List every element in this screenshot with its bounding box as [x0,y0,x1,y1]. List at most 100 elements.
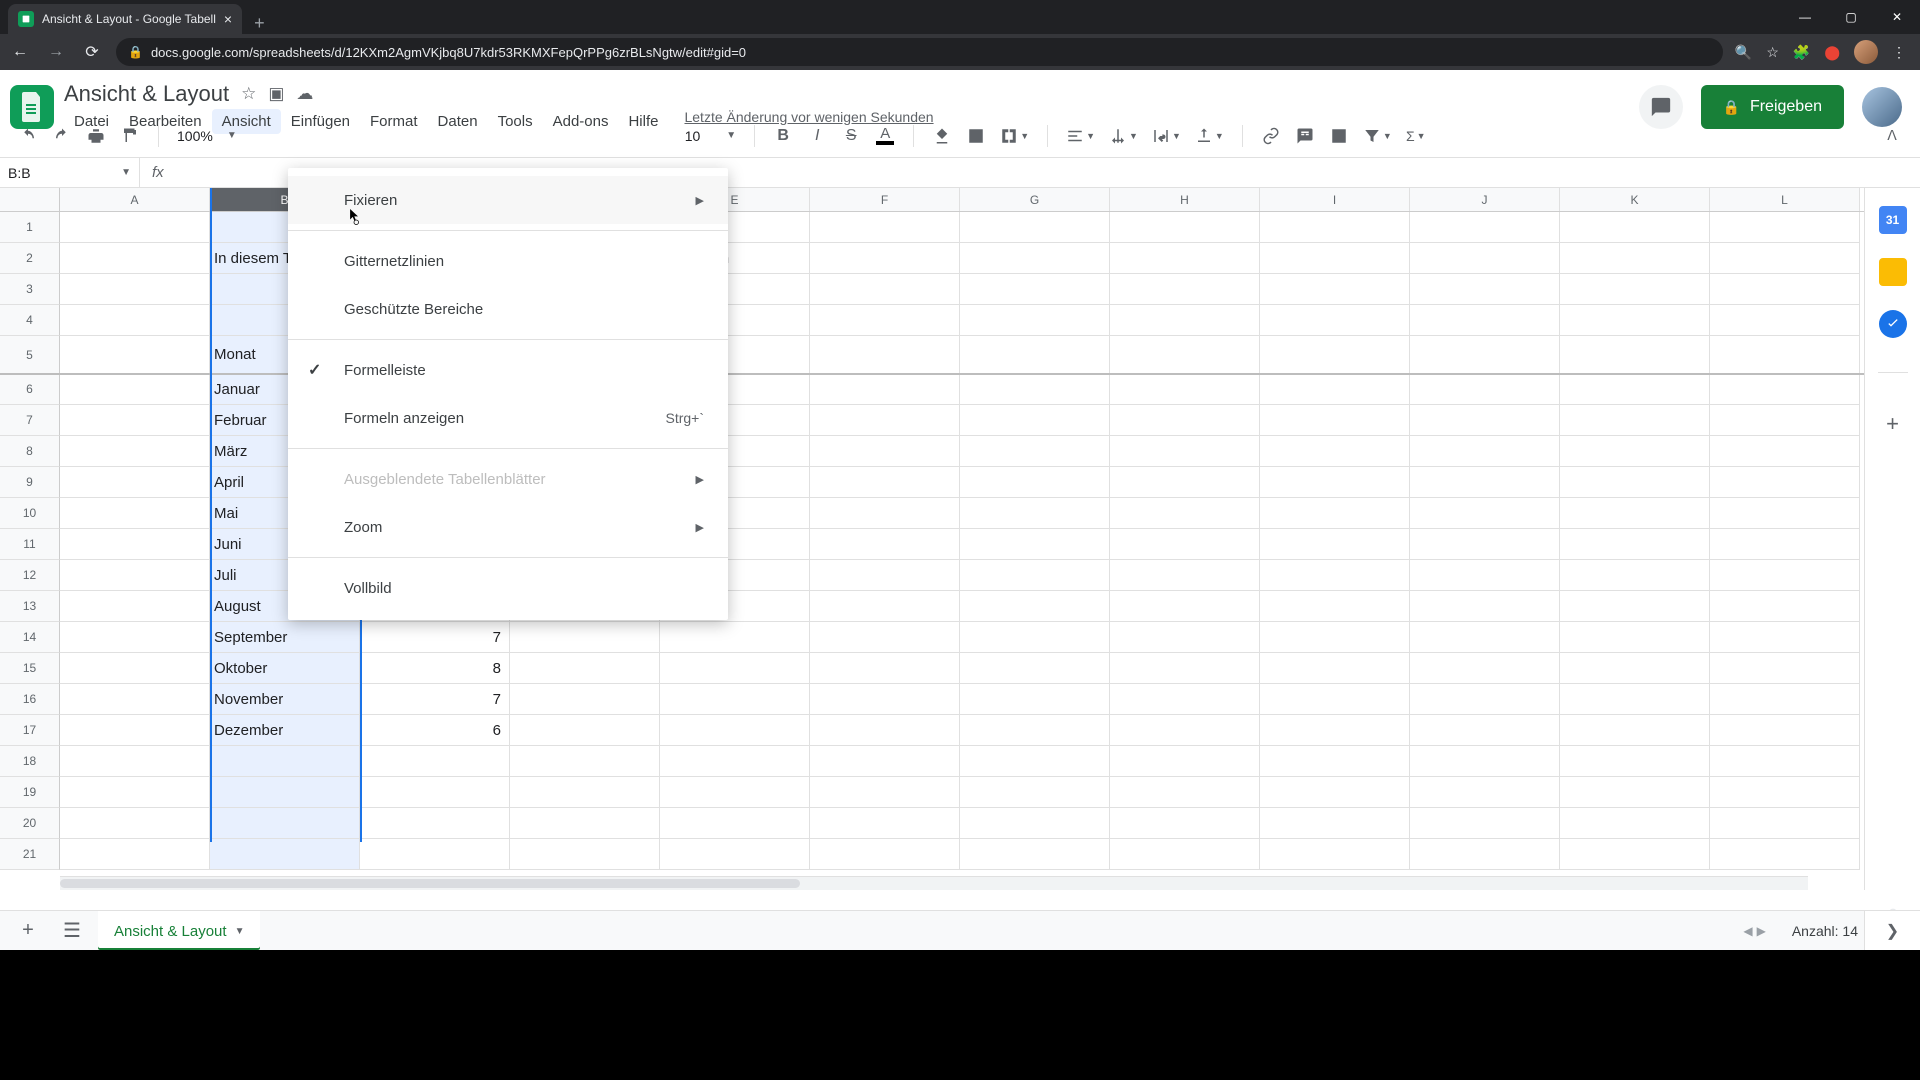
cell[interactable] [1110,808,1260,839]
cell[interactable] [960,715,1110,746]
cell[interactable] [1710,405,1860,436]
cell[interactable] [1560,243,1710,274]
cell[interactable] [1410,808,1560,839]
cell[interactable] [60,212,210,243]
cell[interactable] [960,622,1110,653]
menu-daten[interactable]: Daten [428,109,488,134]
cell[interactable] [1710,529,1860,560]
row-header[interactable]: 18 [0,746,60,777]
cell[interactable] [1710,777,1860,808]
cell[interactable] [1710,746,1860,777]
move-icon[interactable]: ▣ [268,84,284,104]
cell[interactable] [60,653,210,684]
italic-button[interactable]: I [807,124,827,148]
cell[interactable] [960,467,1110,498]
menu-item-fullscreen[interactable]: Vollbild [288,564,728,612]
cell[interactable] [1710,560,1860,591]
browser-tab[interactable]: Ansicht & Layout - Google Tabell × [8,4,242,34]
cell[interactable] [210,746,360,777]
sheet-nav-prev[interactable]: ◀ [1743,924,1752,938]
cell[interactable] [60,622,210,653]
cell[interactable] [960,560,1110,591]
column-header-F[interactable]: F [810,188,960,211]
cell[interactable] [1560,777,1710,808]
row-header[interactable]: 1 [0,212,60,243]
cell[interactable] [60,808,210,839]
cell[interactable] [1110,336,1260,374]
cell[interactable] [1560,498,1710,529]
cell[interactable] [960,591,1110,622]
font-size-selector[interactable]: 10 ▼ [685,128,736,144]
cell[interactable] [1560,274,1710,305]
undo-button[interactable] [18,124,38,148]
row-header[interactable]: 16 [0,684,60,715]
menu-einfügen[interactable]: Einfügen [281,109,360,134]
cell[interactable] [1410,436,1560,467]
cell[interactable] [960,529,1110,560]
cell[interactable] [1260,212,1410,243]
cell[interactable] [1260,622,1410,653]
cell[interactable] [1260,808,1410,839]
cell[interactable] [1560,808,1710,839]
cell[interactable] [1560,305,1710,336]
cell[interactable] [810,622,960,653]
cell[interactable] [1410,839,1560,870]
zoom-icon[interactable]: 🔍 [1735,44,1752,61]
cell[interactable] [660,746,810,777]
cell[interactable] [1710,467,1860,498]
cell[interactable] [1110,560,1260,591]
row-header[interactable]: 21 [0,839,60,870]
cell[interactable] [60,715,210,746]
row-header[interactable]: 11 [0,529,60,560]
cell[interactable] [660,777,810,808]
scrollbar-thumb[interactable] [60,879,800,888]
cell[interactable] [960,746,1110,777]
cell[interactable] [1560,560,1710,591]
column-header-G[interactable]: G [960,188,1110,211]
cell[interactable] [360,777,510,808]
cell[interactable] [1560,405,1710,436]
menu-item-show-formulas[interactable]: Formeln anzeigen Strg+` [288,394,728,442]
menu-item-freeze[interactable]: Fixieren ▶ [288,176,728,224]
name-box[interactable]: B:B ▼ [0,158,140,187]
cell[interactable] [1110,622,1260,653]
cell[interactable] [1110,653,1260,684]
cell[interactable] [60,436,210,467]
cell[interactable] [1560,212,1710,243]
cell[interactable] [1710,808,1860,839]
strikethrough-button[interactable]: S [841,124,861,148]
cell[interactable]: 8 [360,653,510,684]
cell[interactable] [1110,274,1260,305]
cell[interactable] [1410,715,1560,746]
cell[interactable] [960,839,1110,870]
cell[interactable] [510,622,660,653]
cell[interactable] [810,529,960,560]
cell[interactable] [810,336,960,374]
cell[interactable] [510,808,660,839]
cell[interactable] [960,212,1110,243]
cell[interactable] [60,684,210,715]
record-icon[interactable]: ⬤ [1824,44,1840,61]
row-header[interactable]: 2 [0,243,60,274]
cell[interactable] [1260,560,1410,591]
cell[interactable] [660,653,810,684]
sheet-tab-active[interactable]: Ansicht & Layout ▼ [98,911,260,950]
reload-button[interactable]: ⟳ [80,40,104,64]
cell[interactable] [1260,715,1410,746]
cell[interactable] [1410,336,1560,374]
chevron-down-icon[interactable]: ▼ [726,130,736,141]
cell[interactable] [1710,305,1860,336]
vertical-align-button[interactable]: ▼ [1109,124,1138,148]
text-wrap-button[interactable]: ▼ [1152,124,1181,148]
cell[interactable]: 7 [360,684,510,715]
row-header[interactable]: 6 [0,374,60,405]
cell[interactable] [1410,374,1560,405]
sheet-nav-next[interactable]: ▶ [1757,924,1766,938]
cell[interactable] [1560,746,1710,777]
cell[interactable] [960,305,1110,336]
row-header[interactable]: 20 [0,808,60,839]
row-header[interactable]: 10 [0,498,60,529]
cell[interactable] [1710,274,1860,305]
maximize-button[interactable]: ▢ [1828,0,1874,34]
cell[interactable] [810,777,960,808]
